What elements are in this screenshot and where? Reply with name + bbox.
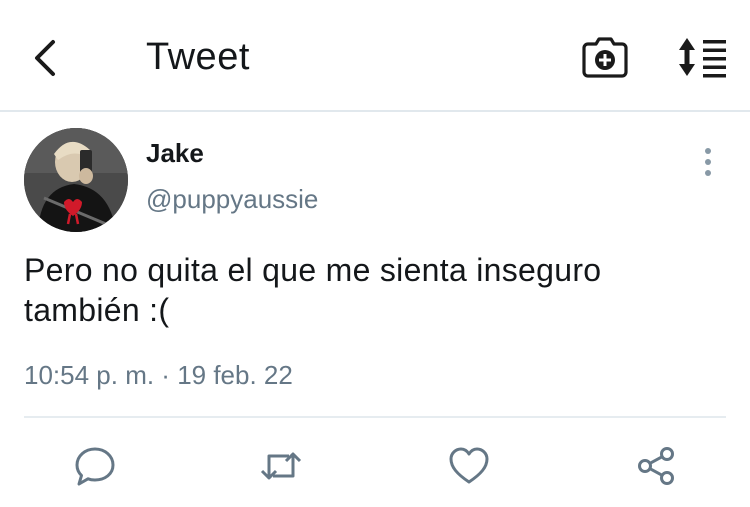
back-button[interactable] bbox=[28, 36, 62, 80]
tweet-text: Pero no quita el que me sienta inseguro … bbox=[24, 252, 602, 328]
author-handle[interactable]: @puppyaussie bbox=[146, 184, 318, 215]
more-options-button[interactable] bbox=[696, 146, 720, 180]
camera-plus-icon bbox=[582, 37, 628, 78]
reply-button[interactable] bbox=[73, 444, 117, 488]
retweet-button[interactable] bbox=[259, 444, 303, 488]
profile-photo bbox=[24, 128, 128, 232]
heart-icon bbox=[449, 447, 489, 484]
author-name[interactable]: Jake bbox=[146, 138, 204, 169]
like-button[interactable] bbox=[447, 444, 491, 488]
tweet-timestamp: 10:54 p. m. · 19 feb. 22 bbox=[24, 360, 293, 391]
share-button[interactable] bbox=[634, 444, 678, 488]
more-vertical-icon bbox=[705, 148, 711, 176]
retweet-icon bbox=[260, 452, 302, 480]
chevron-left-icon bbox=[35, 40, 55, 76]
timeline-sort-button[interactable] bbox=[676, 36, 728, 78]
meta-separator: · bbox=[154, 360, 178, 390]
reply-icon bbox=[75, 447, 115, 486]
share-icon bbox=[638, 447, 674, 485]
tweet-time: 10:54 p. m. bbox=[24, 360, 155, 390]
page-title: Tweet bbox=[146, 36, 250, 78]
divider bbox=[24, 416, 726, 418]
top-bar: Tweet bbox=[0, 0, 750, 112]
tweet-date: 19 feb. 22 bbox=[177, 360, 293, 390]
avatar[interactable] bbox=[24, 128, 128, 232]
sort-list-icon bbox=[679, 38, 726, 78]
camera-button[interactable] bbox=[582, 36, 628, 78]
